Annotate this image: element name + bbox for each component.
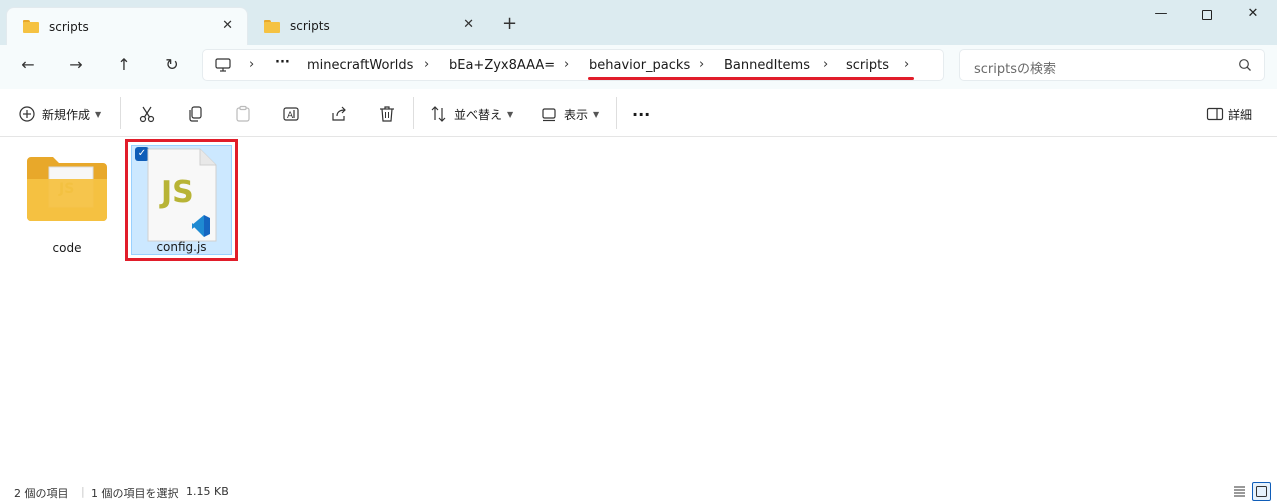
- status-divider: |: [81, 485, 85, 498]
- forward-button[interactable]: →: [64, 55, 88, 75]
- tab-label: scripts: [290, 19, 330, 33]
- search-box[interactable]: scriptsの検索: [959, 49, 1265, 81]
- view-button[interactable]: 表示 ▼: [540, 103, 599, 125]
- title-bar: scripts ✕ scripts ✕ + — ✕: [0, 0, 1277, 45]
- navigation-bar: ← → ↑ ↻ › ··· minecraftWorlds › bEa+Zyx8…: [0, 45, 1277, 89]
- selection-count: 1 個の項目を選択: [91, 487, 179, 500]
- folder-icon: [23, 20, 39, 33]
- share-icon: [332, 106, 346, 121]
- breadcrumb-overflow-button[interactable]: ···: [275, 55, 290, 70]
- highlight-underline: [588, 77, 914, 80]
- tab-scripts-inactive[interactable]: scripts ✕: [248, 7, 488, 45]
- share-button[interactable]: [330, 103, 348, 125]
- view-label: 表示: [564, 107, 589, 122]
- rename-button[interactable]: A: [282, 103, 300, 125]
- new-label: 新規作成: [42, 107, 91, 122]
- minimize-button[interactable]: —: [1138, 6, 1184, 26]
- large-icons-view-toggle[interactable]: [1252, 482, 1271, 501]
- clipboard-icon: [236, 105, 250, 122]
- chevron-down-icon: ▼: [507, 109, 514, 119]
- item-count: 2 個の項目: [14, 487, 69, 500]
- js-badge-text: JS: [159, 175, 194, 210]
- js-file-icon: JS: [147, 148, 217, 242]
- maximize-button[interactable]: [1184, 6, 1230, 26]
- breadcrumb-scripts[interactable]: scripts: [846, 58, 889, 73]
- breadcrumb-world-id[interactable]: bEa+Zyx8AAA=: [449, 58, 555, 73]
- file-list: JS code ✓ JS config.js: [0, 137, 1277, 481]
- folder-item-code[interactable]: JS code: [20, 153, 114, 263]
- copy-icon: [189, 106, 202, 122]
- breadcrumb-chevron-icon[interactable]: ›: [424, 57, 429, 72]
- scissors-icon: [139, 106, 155, 123]
- sort-button[interactable]: 並べ替え ▼: [430, 103, 513, 125]
- more-options-button[interactable]: ···: [632, 103, 650, 125]
- maximize-icon: [1202, 10, 1212, 20]
- selection-size: 1.15 KB: [186, 485, 229, 498]
- address-bar[interactable]: › ··· minecraftWorlds › bEa+Zyx8AAA= › b…: [202, 49, 944, 81]
- status-bar: 2 個の項目 | 1 個の項目を選択 1.15 KB: [0, 481, 1277, 504]
- cut-button[interactable]: [138, 103, 156, 125]
- new-button[interactable]: 新規作成 ▼: [18, 103, 101, 125]
- back-button[interactable]: ←: [16, 55, 40, 75]
- item-label: config.js: [156, 240, 207, 254]
- breadcrumb-chevron-icon[interactable]: ›: [823, 57, 828, 72]
- folder-icon: [264, 19, 280, 33]
- view-icon: [542, 108, 556, 122]
- folder-icon: JS: [27, 157, 107, 221]
- sort-icon: [431, 106, 446, 122]
- sort-label: 並べ替え: [454, 107, 503, 122]
- details-button[interactable]: 詳細: [1206, 103, 1252, 125]
- breadcrumb-chevron-icon[interactable]: ›: [904, 57, 909, 72]
- chevron-down-icon: ▼: [593, 109, 600, 119]
- divider: [616, 97, 617, 129]
- copy-button[interactable]: [186, 103, 204, 125]
- thumbnail-view-icon: [1256, 486, 1267, 497]
- breadcrumb-chevron-icon[interactable]: ›: [249, 57, 254, 72]
- close-tab-icon[interactable]: ✕: [222, 18, 233, 33]
- up-button[interactable]: ↑: [112, 55, 136, 75]
- rename-icon: A: [283, 107, 299, 121]
- chevron-down-icon: ▼: [95, 109, 102, 119]
- command-bar: 新規作成 ▼ A 並べ替え ▼ 表示 ▼ ··· 詳細: [0, 89, 1277, 137]
- tab-scripts-active[interactable]: scripts ✕: [6, 7, 248, 45]
- file-item-config-js[interactable]: ✓ JS config.js: [125, 139, 238, 261]
- new-tab-button[interactable]: +: [502, 13, 517, 34]
- plus-circle-icon: [19, 106, 35, 122]
- refresh-button[interactable]: ↻: [160, 55, 184, 75]
- breadcrumb-banneditems[interactable]: BannedItems: [724, 58, 810, 73]
- details-view-toggle[interactable]: [1230, 482, 1249, 501]
- close-window-button[interactable]: ✕: [1230, 6, 1276, 26]
- delete-button[interactable]: [378, 103, 396, 125]
- tab-label: scripts: [49, 19, 89, 34]
- details-label: 詳細: [1228, 107, 1253, 122]
- item-label: code: [52, 241, 82, 255]
- details-pane-icon: [1206, 107, 1224, 121]
- breadcrumb-minecraftworlds[interactable]: minecraftWorlds: [307, 58, 413, 73]
- list-view-icon: [1234, 486, 1245, 497]
- divider: [413, 97, 414, 129]
- paste-button[interactable]: [234, 103, 252, 125]
- close-tab-icon[interactable]: ✕: [463, 17, 474, 32]
- breadcrumb-chevron-icon[interactable]: ›: [699, 57, 704, 72]
- this-pc-icon[interactable]: [215, 58, 231, 73]
- trash-icon: [380, 106, 394, 122]
- search-icon: [1239, 59, 1251, 71]
- breadcrumb-chevron-icon[interactable]: ›: [564, 57, 569, 72]
- breadcrumb-behavior-packs[interactable]: behavior_packs: [589, 58, 690, 73]
- search-placeholder: scriptsの検索: [974, 62, 1056, 77]
- svg-text:A: A: [287, 111, 294, 121]
- divider: [120, 97, 121, 129]
